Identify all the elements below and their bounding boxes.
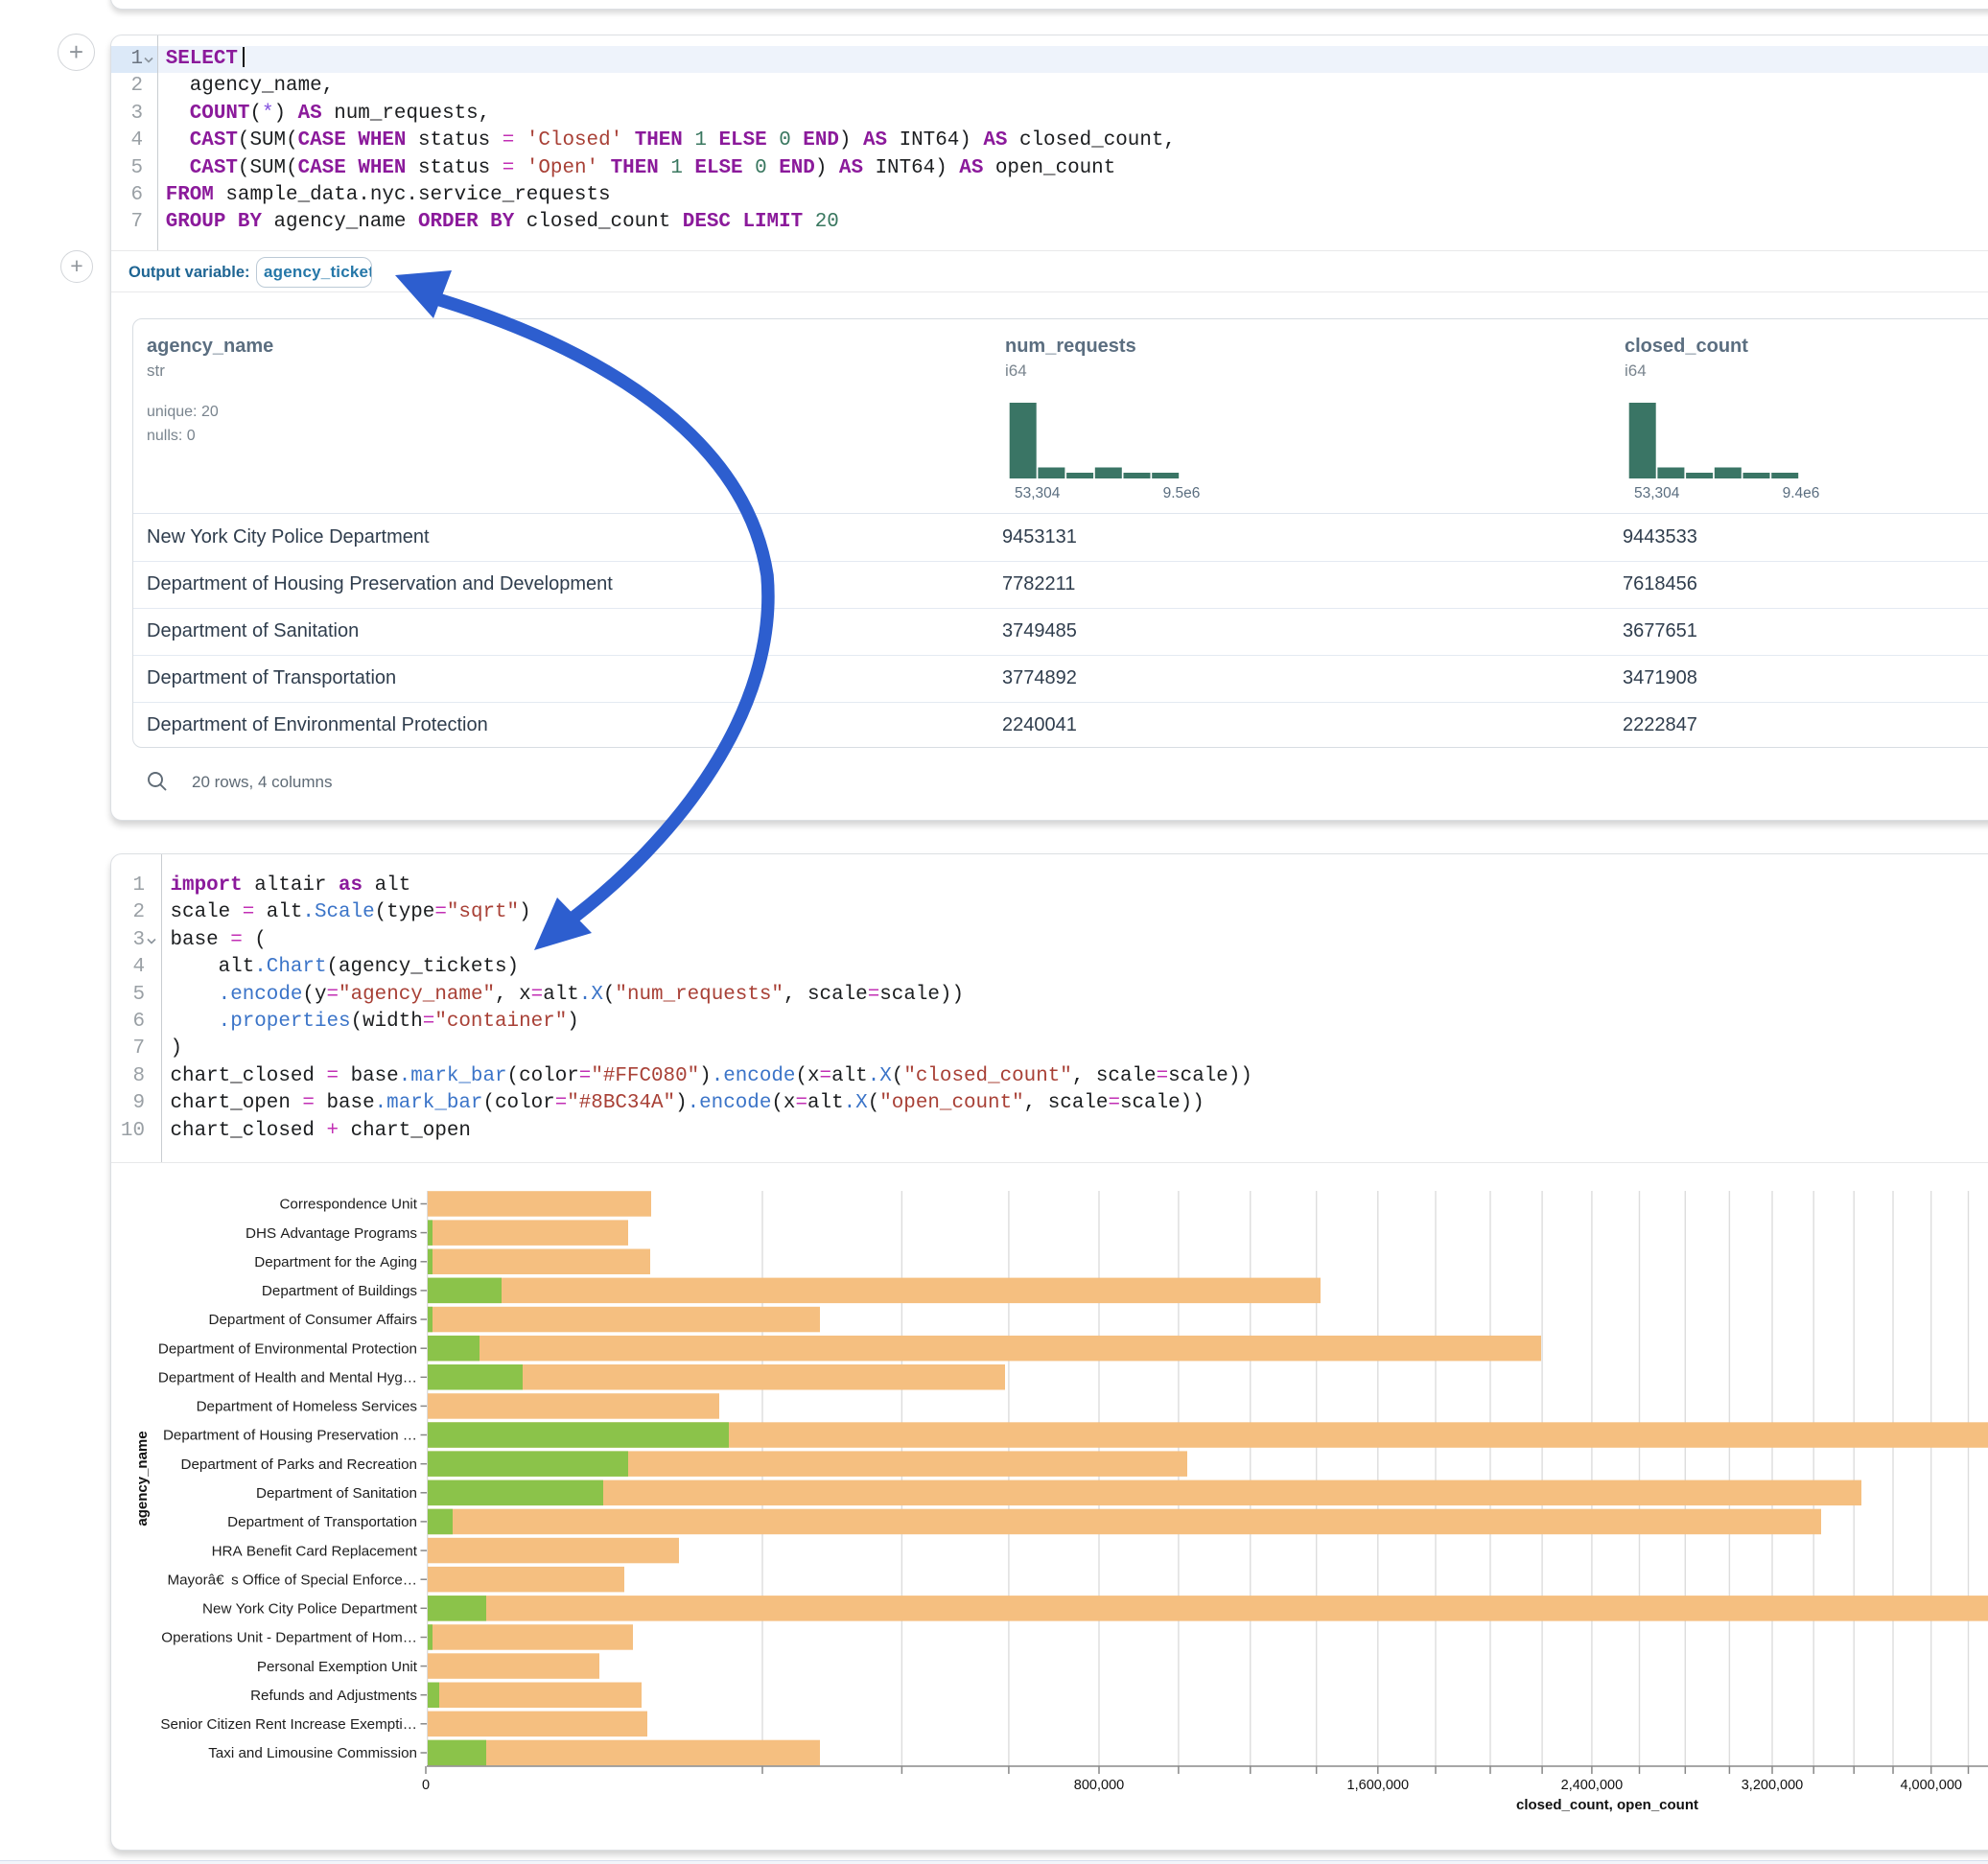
svg-text:New York City Police Departmen: New York City Police Department xyxy=(202,1601,418,1618)
svg-text:Personal Exemption Unit: Personal Exemption Unit xyxy=(257,1659,418,1675)
svg-text:Department of Homeless Service: Department of Homeless Services xyxy=(197,1399,418,1415)
svg-text:2,400,000: 2,400,000 xyxy=(1561,1778,1624,1793)
svg-text:Department of Sanitation: Department of Sanitation xyxy=(256,1485,417,1502)
svg-text:Department of Buildings: Department of Buildings xyxy=(262,1283,417,1299)
svg-text:0: 0 xyxy=(422,1778,430,1793)
svg-text:Mayorâ€ s Office of Special En: Mayorâ€ s Office of Special Enforce… xyxy=(167,1572,417,1588)
svg-text:Department for the Aging: Department for the Aging xyxy=(254,1254,417,1270)
svg-text:agency_name: agency_name xyxy=(134,1431,151,1526)
svg-text:Correspondence Unit: Correspondence Unit xyxy=(279,1197,417,1213)
svg-text:Department of Environmental Pr: Department of Environmental Protection xyxy=(158,1340,417,1357)
svg-text:Department of Consumer Affairs: Department of Consumer Affairs xyxy=(209,1312,418,1328)
svg-text:Operations Unit - Department o: Operations Unit - Department of Hom… xyxy=(161,1630,417,1646)
svg-text:800,000: 800,000 xyxy=(1074,1778,1124,1793)
svg-text:DHS Advantage Programs: DHS Advantage Programs xyxy=(246,1225,417,1242)
svg-text:3,200,000: 3,200,000 xyxy=(1742,1778,1804,1793)
svg-text:closed_count, open_count: closed_count, open_count xyxy=(1516,1797,1698,1813)
svg-text:Department of Parks and Recrea: Department of Parks and Recreation xyxy=(180,1456,417,1473)
svg-text:Department of Transportation: Department of Transportation xyxy=(227,1514,417,1530)
svg-text:HRA Benefit Card Replacement: HRA Benefit Card Replacement xyxy=(212,1543,418,1559)
svg-text:Taxi and Limousine Commission: Taxi and Limousine Commission xyxy=(208,1745,417,1761)
svg-text:Refunds and Adjustments: Refunds and Adjustments xyxy=(250,1688,417,1704)
svg-text:4,000,000: 4,000,000 xyxy=(1900,1778,1962,1793)
svg-text:Department of Health and Menta: Department of Health and Mental Hyg… xyxy=(158,1370,417,1386)
svg-text:1,600,000: 1,600,000 xyxy=(1347,1778,1410,1793)
svg-text:Senior Citizen Rent Increase E: Senior Citizen Rent Increase Exempti… xyxy=(160,1716,417,1733)
svg-text:Department of Housing Preserva: Department of Housing Preservation … xyxy=(163,1428,417,1444)
